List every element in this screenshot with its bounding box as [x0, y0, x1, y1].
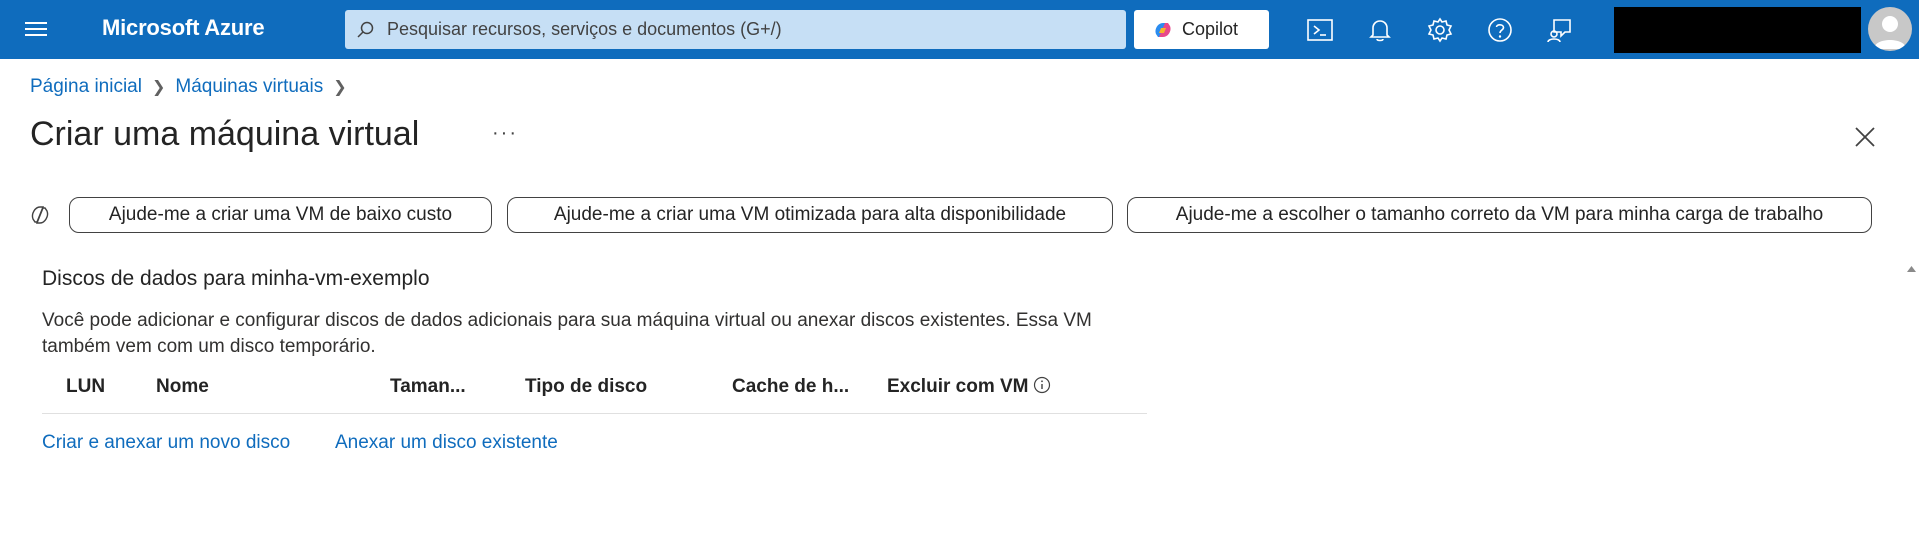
gear-icon[interactable] [1425, 15, 1455, 45]
close-icon[interactable] [1852, 124, 1878, 150]
portal-brand[interactable]: Microsoft Azure [102, 15, 265, 41]
section-title: Discos de dados para minha-vm-exemplo [42, 267, 430, 290]
column-lun[interactable]: LUN [66, 376, 105, 398]
account-info[interactable] [1614, 7, 1861, 53]
page-title: Criar uma máquina virtual [30, 115, 420, 153]
attach-existing-disk-link-wrap: Anexar um disco existente [335, 432, 558, 454]
create-attach-new-disk-link[interactable]: Criar e anexar um novo disco [42, 432, 290, 453]
breadcrumb-home[interactable]: Página inicial [30, 76, 142, 98]
breadcrumb: Página inicial ❯ Máquinas virtuais ❯ [30, 76, 357, 98]
copilot-label: Copilot [1182, 19, 1239, 39]
feedback-icon[interactable] [1545, 15, 1575, 45]
top-navigation-bar: Microsoft Azure Copilot [0, 0, 1919, 59]
scrollbar[interactable] [1904, 262, 1919, 533]
column-delete-with-vm[interactable]: Excluir com VM [887, 376, 1051, 398]
search-input[interactable] [387, 19, 1087, 40]
breadcrumb-virtual-machines[interactable]: Máquinas virtuais [175, 76, 323, 98]
search-icon [357, 21, 374, 38]
column-delete-with-vm-label: Excluir com VM [887, 376, 1029, 397]
column-size[interactable]: Taman... [390, 376, 466, 398]
copilot-icon [1155, 22, 1171, 37]
info-icon[interactable] [1033, 376, 1051, 394]
column-disk-type[interactable]: Tipo de disco [525, 376, 647, 398]
bell-icon[interactable] [1365, 15, 1395, 45]
chevron-right-icon: ❯ [333, 79, 347, 96]
user-icon [1874, 16, 1906, 49]
section-description: Você pode adicionar e configurar discos … [42, 310, 1092, 357]
create-attach-disk-link-wrap: Criar e anexar um novo disco [42, 432, 290, 454]
disks-table-header: LUN Nome Taman... Tipo de disco Cache de… [42, 372, 1147, 414]
more-options-button[interactable]: ··· [492, 122, 518, 145]
suggestion-vm-size[interactable]: Ajude-me a escolher o tamanho correto da… [1127, 197, 1872, 233]
search-box[interactable] [345, 10, 1126, 49]
column-name[interactable]: Nome [156, 376, 209, 398]
menu-icon[interactable] [22, 18, 50, 40]
copilot-button[interactable]: Copilot [1134, 10, 1269, 49]
column-host-cache[interactable]: Cache de h... [732, 376, 849, 398]
copilot-icon [31, 206, 49, 224]
attach-existing-disk-link[interactable]: Anexar um disco existente [335, 432, 558, 453]
suggestion-high-availability-vm[interactable]: Ajude-me a criar uma VM otimizada para a… [507, 197, 1113, 233]
help-icon[interactable] [1485, 15, 1515, 45]
suggestion-low-cost-vm[interactable]: Ajude-me a criar uma VM de baixo custo [69, 197, 492, 233]
chevron-right-icon: ❯ [151, 79, 166, 96]
avatar[interactable] [1868, 7, 1912, 51]
cloud-shell-icon[interactable] [1305, 15, 1335, 45]
